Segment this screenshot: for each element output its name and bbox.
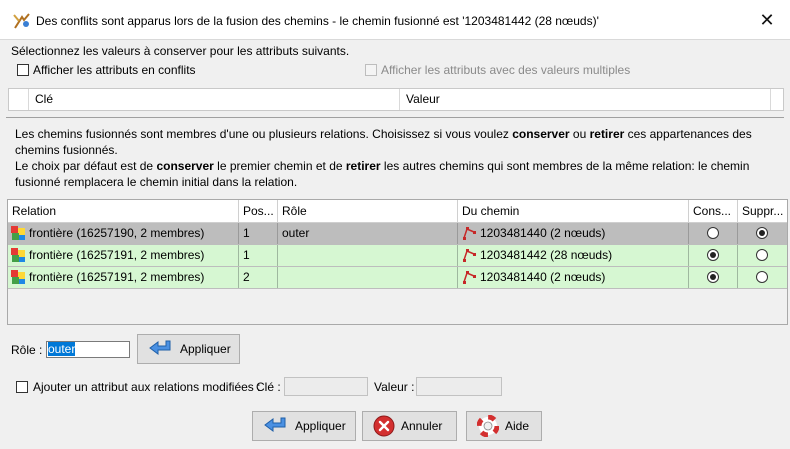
divider: [6, 117, 784, 118]
cell-position: 1: [239, 223, 278, 244]
cell-way: 1203481440 (2 nœuds): [458, 267, 689, 288]
table-header: Relation Pos... Rôle Du chemin Cons... S…: [8, 200, 787, 223]
window-title: Des conflits sont apparus lors de la fus…: [36, 14, 599, 28]
cell-role[interactable]: [278, 267, 458, 288]
cell-keep: [689, 223, 738, 244]
relation-name: frontière (16257190, 2 membres): [29, 226, 205, 240]
role-label: Rôle :: [11, 343, 43, 357]
cell-relation: frontière (16257191, 2 membres): [8, 245, 239, 266]
cancel-button[interactable]: Annuler: [362, 411, 457, 441]
way-name: 1203481440 (2 nœuds): [480, 270, 606, 284]
attribute-key-field[interactable]: [284, 377, 368, 396]
keep-radio[interactable]: [707, 227, 719, 239]
cell-role[interactable]: [278, 245, 458, 266]
apply-button-label: Appliquer: [295, 419, 346, 433]
col-keep[interactable]: Cons...: [689, 200, 738, 222]
show-multiple-label: Afficher les attributs avec des valeurs …: [381, 63, 631, 77]
close-button[interactable]: ✕: [744, 0, 790, 40]
cell-remove: [738, 267, 787, 288]
col-value[interactable]: Valeur: [400, 89, 771, 110]
help-button-label: Aide: [505, 419, 530, 433]
cancel-icon: [373, 415, 395, 437]
conflict-dialog: Des conflits sont apparus lors de la fus…: [0, 0, 790, 449]
relations-info: Les chemins fusionnés sont membres d'une…: [15, 127, 752, 189]
cell-way: 1203481440 (2 nœuds): [458, 223, 689, 244]
cell-relation: frontière (16257191, 2 membres): [8, 267, 239, 288]
col-relation[interactable]: Relation: [8, 200, 239, 222]
show-conflicts-checkbox[interactable]: [17, 64, 29, 76]
cell-remove: [738, 245, 787, 266]
relation-name: frontière (16257191, 2 membres): [29, 248, 205, 262]
cancel-button-label: Annuler: [401, 419, 443, 433]
title-bar: Des conflits sont apparus lors de la fus…: [0, 0, 790, 40]
way-icon: [463, 227, 476, 240]
way-name: 1203481440 (2 nœuds): [480, 226, 606, 240]
add-attribute-label: Ajouter un attribut aux relations modifi…: [33, 380, 261, 394]
apply-button[interactable]: Appliquer: [252, 411, 356, 441]
way-name: 1203481442 (28 nœuds): [480, 248, 613, 262]
arrow-left-icon: [264, 417, 286, 432]
col-key[interactable]: Clé: [29, 89, 400, 110]
relation-name: frontière (16257191, 2 membres): [29, 270, 205, 284]
table-row[interactable]: frontière (16257191, 2 membres) 1 120348…: [8, 245, 787, 267]
cell-keep: [689, 245, 738, 266]
relation-icon: [11, 226, 25, 240]
remove-radio[interactable]: [756, 227, 768, 239]
col-remove[interactable]: Suppr...: [738, 200, 787, 222]
relation-icon: [11, 270, 25, 284]
cell-position: 2: [239, 267, 278, 288]
table-row[interactable]: frontière (16257191, 2 membres) 2 120348…: [8, 267, 787, 289]
relation-membership-table: Relation Pos... Rôle Du chemin Cons... S…: [7, 199, 788, 325]
remove-radio[interactable]: [756, 249, 768, 261]
relation-icon: [11, 248, 25, 262]
cell-keep: [689, 267, 738, 288]
cell-way: 1203481442 (28 nœuds): [458, 245, 689, 266]
keep-radio[interactable]: [707, 271, 719, 283]
attribute-value-label: Valeur :: [374, 380, 415, 394]
way-icon: [463, 249, 476, 262]
show-conflicts-label: Afficher les attributs en conflits: [33, 63, 196, 77]
remove-radio[interactable]: [756, 271, 768, 283]
role-input[interactable]: outer: [46, 341, 130, 358]
tag-table-header: Clé Valeur: [8, 88, 784, 111]
cell-position: 1: [239, 245, 278, 266]
apply-role-button[interactable]: Appliquer: [137, 334, 240, 364]
col-way[interactable]: Du chemin: [458, 200, 689, 222]
cell-role[interactable]: outer: [278, 223, 458, 244]
table-row[interactable]: frontière (16257190, 2 membres) 1 outer …: [8, 223, 787, 245]
lifebuoy-icon: [477, 415, 499, 437]
josm-icon: [13, 13, 30, 29]
help-button[interactable]: Aide: [466, 411, 542, 441]
keep-radio[interactable]: [707, 249, 719, 261]
arrow-left-icon: [149, 340, 171, 355]
attribute-value-field[interactable]: [416, 377, 502, 396]
role-input-value: outer: [48, 342, 76, 356]
show-multiple-checkbox[interactable]: [365, 64, 377, 76]
cell-relation: frontière (16257190, 2 membres): [8, 223, 239, 244]
way-icon: [463, 271, 476, 284]
tag-table-spacer: [9, 89, 29, 110]
cell-remove: [738, 223, 787, 244]
col-role[interactable]: Rôle: [278, 200, 458, 222]
apply-role-label: Appliquer: [180, 342, 231, 356]
tags-intro: Sélectionnez les valeurs à conserver pou…: [11, 44, 350, 58]
add-attribute-checkbox[interactable]: [16, 381, 28, 393]
attribute-key-label: Clé :: [256, 380, 281, 394]
col-position[interactable]: Pos...: [239, 200, 278, 222]
